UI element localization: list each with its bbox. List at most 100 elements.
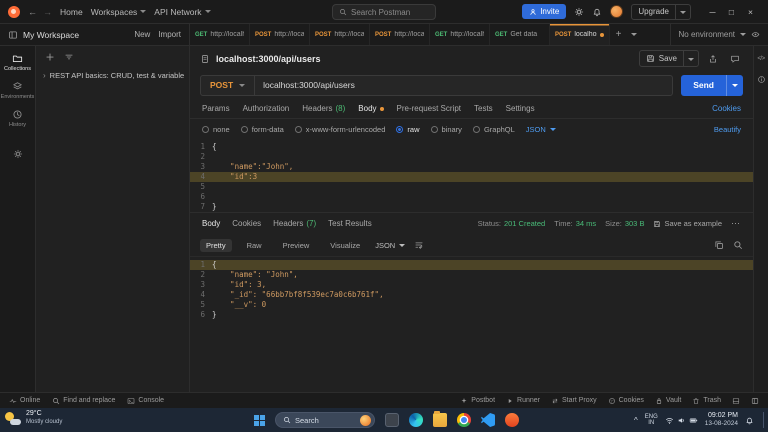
environment-selector[interactable]: No environment bbox=[670, 24, 768, 45]
vault-button[interactable]: Vault bbox=[655, 397, 681, 405]
new-tab-button[interactable]: + bbox=[610, 24, 627, 45]
request-body-editor[interactable]: 1{ 2 3 "name":"John", 4 "id":3 5 6 7} bbox=[190, 139, 753, 212]
api-network-menu[interactable]: API Network bbox=[154, 7, 210, 17]
taskbar-search[interactable]: Search bbox=[275, 412, 375, 428]
tab-options-icon[interactable] bbox=[627, 24, 641, 45]
mode-urlencoded[interactable]: x-www-form-urlencoded bbox=[295, 125, 386, 134]
send-button[interactable]: Send bbox=[681, 75, 743, 96]
workspace-name[interactable]: My Workspace bbox=[23, 30, 79, 40]
request-tab[interactable]: GET Get data bbox=[490, 24, 550, 45]
invite-button[interactable]: Invite bbox=[522, 4, 566, 19]
notifications-icon[interactable] bbox=[745, 416, 754, 425]
sidebar-item-history[interactable]: History bbox=[0, 109, 35, 128]
forward-icon[interactable]: → bbox=[43, 7, 52, 17]
file-explorer-icon[interactable] bbox=[433, 413, 447, 427]
request-tab[interactable]: GET http://localho... bbox=[430, 24, 490, 45]
mode-graphql[interactable]: GraphQL bbox=[473, 125, 515, 134]
tray-status-icons[interactable] bbox=[665, 416, 698, 425]
split-pane-icon[interactable] bbox=[732, 397, 740, 405]
environment-quick-look-icon[interactable] bbox=[751, 30, 760, 39]
home-menu[interactable]: Home bbox=[60, 7, 83, 17]
add-collection-icon[interactable] bbox=[45, 52, 55, 62]
view-pretty[interactable]: Pretty bbox=[200, 239, 232, 252]
request-tab[interactable]: POST http://localh... bbox=[310, 24, 370, 45]
tab-params[interactable]: Params bbox=[202, 104, 230, 113]
settings-gear-icon[interactable] bbox=[574, 7, 584, 17]
postbot-button[interactable]: Postbot bbox=[460, 397, 495, 405]
response-format-selector[interactable]: JSON bbox=[375, 241, 405, 250]
tab-body[interactable]: Body bbox=[358, 104, 383, 113]
hidden-icons-chevron[interactable]: ^ bbox=[634, 416, 638, 425]
search-response-icon[interactable] bbox=[733, 240, 743, 250]
response-tab-body[interactable]: Body bbox=[202, 219, 220, 228]
window-minimize-button[interactable]: ─ bbox=[703, 7, 722, 17]
window-close-button[interactable]: × bbox=[741, 7, 760, 17]
window-maximize-button[interactable]: □ bbox=[722, 7, 741, 17]
import-button[interactable]: Import bbox=[158, 30, 181, 39]
sidebar-toggle-icon[interactable] bbox=[8, 30, 18, 40]
tab-headers[interactable]: Headers(8) bbox=[302, 104, 345, 113]
comment-icon[interactable] bbox=[727, 51, 743, 67]
configure-sidebar-icon[interactable] bbox=[13, 149, 23, 159]
view-preview[interactable]: Preview bbox=[277, 239, 316, 252]
chrome-icon[interactable] bbox=[457, 413, 471, 427]
notifications-bell-icon[interactable] bbox=[592, 7, 602, 17]
show-desktop-strip[interactable] bbox=[763, 412, 764, 428]
app-icon-monitor[interactable] bbox=[385, 413, 399, 427]
start-proxy-button[interactable]: Start Proxy bbox=[551, 397, 597, 405]
request-tab[interactable]: GET http://localho... bbox=[190, 24, 250, 45]
save-button[interactable]: Save bbox=[639, 50, 699, 67]
response-more-options-icon[interactable]: ⋯ bbox=[731, 218, 741, 229]
sidebar-item-environments[interactable]: Environments bbox=[0, 81, 35, 100]
save-as-example-button[interactable]: Save as example bbox=[653, 219, 722, 228]
tab-settings[interactable]: Settings bbox=[506, 104, 535, 113]
bottom-panel-icon[interactable] bbox=[751, 397, 759, 405]
info-icon[interactable] bbox=[757, 75, 766, 84]
global-search[interactable]: Search Postman bbox=[332, 4, 436, 20]
clock[interactable]: 09:02 PM 13-08-2024 bbox=[705, 412, 738, 428]
start-button[interactable] bbox=[254, 415, 265, 426]
cookies-button[interactable]: Cookies bbox=[608, 397, 644, 405]
response-body-viewer[interactable]: 1{ 2 "name": "John", 3 "id": 3, 4 "_id":… bbox=[190, 256, 753, 392]
method-selector[interactable]: POST bbox=[201, 80, 254, 90]
code-snippet-icon[interactable]: </> bbox=[757, 56, 764, 62]
url-input[interactable] bbox=[254, 76, 672, 95]
console-button[interactable]: Console bbox=[127, 397, 164, 405]
expand-caret-icon[interactable]: › bbox=[43, 72, 46, 80]
back-icon[interactable]: ← bbox=[28, 7, 37, 17]
cookies-link[interactable]: Cookies bbox=[712, 104, 741, 113]
tab-pre-request-script[interactable]: Pre-request Script bbox=[397, 104, 461, 113]
collection-tree-item[interactable]: › REST API basics: CRUD, test & variable bbox=[36, 68, 189, 83]
find-replace-button[interactable]: Find and replace bbox=[52, 397, 115, 405]
response-tab-headers[interactable]: Headers(7) bbox=[273, 219, 316, 228]
request-tab[interactable]: POST http://localh... bbox=[250, 24, 310, 45]
response-tab-test-results[interactable]: Test Results bbox=[328, 219, 372, 228]
vscode-icon[interactable] bbox=[481, 413, 495, 427]
trash-button[interactable]: Trash bbox=[692, 397, 721, 405]
mode-form-data[interactable]: form-data bbox=[241, 125, 284, 134]
sidebar-item-collections[interactable]: Collections bbox=[0, 53, 35, 72]
mode-raw[interactable]: raw bbox=[396, 125, 419, 134]
raw-format-selector[interactable]: JSON bbox=[526, 125, 556, 134]
upgrade-button[interactable]: Upgrade bbox=[631, 4, 691, 20]
filter-icon[interactable] bbox=[64, 52, 74, 62]
tab-tests[interactable]: Tests bbox=[474, 104, 493, 113]
language-indicator[interactable]: ENG IN bbox=[645, 414, 658, 427]
runner-button[interactable]: Runner bbox=[506, 397, 540, 405]
beautify-link[interactable]: Beautify bbox=[714, 125, 741, 134]
request-tab[interactable]: POST http://localho... bbox=[370, 24, 430, 45]
weather-widget[interactable]: 29°C Mostly cloudy bbox=[5, 410, 62, 426]
view-raw[interactable]: Raw bbox=[241, 239, 268, 252]
save-dropdown[interactable] bbox=[683, 51, 698, 66]
online-status[interactable]: Online bbox=[9, 397, 40, 405]
send-dropdown[interactable] bbox=[726, 75, 743, 96]
view-visualize[interactable]: Visualize bbox=[324, 239, 366, 252]
copy-response-icon[interactable] bbox=[714, 240, 724, 250]
request-tab-active[interactable]: POST localhost:300... bbox=[550, 24, 610, 45]
workspaces-menu[interactable]: Workspaces bbox=[91, 7, 147, 17]
edge-icon[interactable] bbox=[409, 413, 423, 427]
response-tab-cookies[interactable]: Cookies bbox=[232, 219, 261, 228]
wrap-line-icon[interactable] bbox=[414, 240, 424, 250]
mode-none[interactable]: none bbox=[202, 125, 230, 134]
upgrade-dropdown[interactable] bbox=[675, 4, 690, 19]
